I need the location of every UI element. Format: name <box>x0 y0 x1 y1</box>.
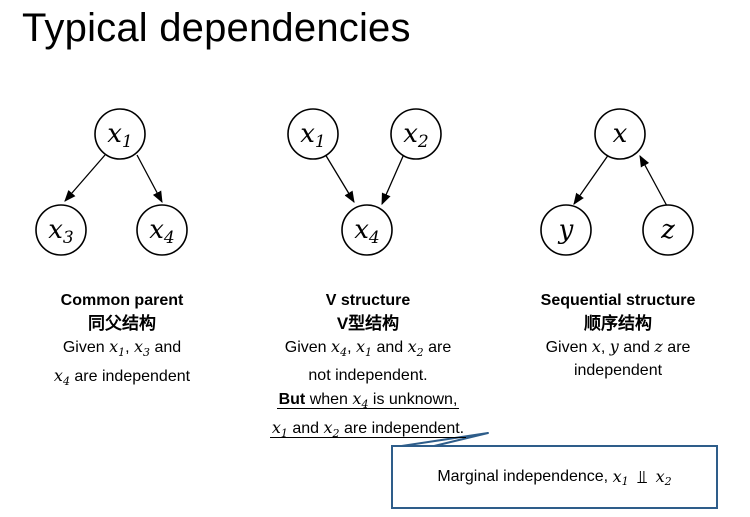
caption-heading-cn: 顺序结构 <box>584 314 652 333</box>
independence-symbol: ⫫ <box>637 466 648 488</box>
caption-line-2: not independent. <box>308 367 428 385</box>
svg-text:z: z <box>660 215 675 245</box>
caption-line-2: x4 are independent <box>53 366 191 389</box>
node-y: y <box>540 204 592 256</box>
node-x1: x1 <box>287 108 339 160</box>
edge-x1-x3 <box>64 154 106 202</box>
node-x: x <box>594 108 646 160</box>
node-x2: x2 <box>390 108 442 160</box>
node-z: z <box>642 204 694 256</box>
edge-x1-x4 <box>136 154 163 204</box>
sequential-structure-caption: Sequential structure 顺序结构 Given x, y and… <box>518 289 718 382</box>
caption-line-2: independent <box>573 362 663 379</box>
node-x3: x3 <box>35 204 87 256</box>
caption-line-3: But when x4 is unknown, <box>276 389 460 412</box>
edge-x1-x4 <box>324 153 355 204</box>
svg-text:y: y <box>558 215 574 245</box>
svg-text:x: x <box>613 119 628 149</box>
callout-text: Marginal independence, x1 ⫫ x2 <box>437 466 672 489</box>
common-parent-caption: Common parent 同父结构 Given x1, x3 and x4 a… <box>22 289 222 393</box>
caption-line-1: Given x, y and z are <box>545 337 691 356</box>
sequential-structure-graph: x y z <box>540 108 694 256</box>
edge-x-y <box>573 153 610 205</box>
caption-heading: V structure <box>325 292 411 309</box>
common-parent-graph: x1 x3 x4 <box>35 108 188 256</box>
node-x4: x4 <box>136 204 188 256</box>
caption-line-1: Given x1, x3 and <box>62 337 182 360</box>
caption-line-1: Given x4, x1 and x2 are <box>284 337 452 360</box>
v-structure-caption: V structure V型结构 Given x4, x1 and x2 are… <box>248 289 488 446</box>
node-x1: x1 <box>94 108 146 160</box>
caption-heading-cn: V型结构 <box>336 314 400 333</box>
caption-heading: Sequential structure <box>540 292 696 309</box>
edge-x2-x4 <box>381 153 405 206</box>
caption-heading-cn: 同父结构 <box>88 314 156 333</box>
node-x4: x4 <box>341 204 393 256</box>
caption-line-4: x1 and x2 are independent. <box>269 418 467 441</box>
edge-z-x <box>639 154 668 207</box>
marginal-independence-callout: Marginal independence, x1 ⫫ x2 <box>391 445 718 509</box>
v-structure-graph: x1 x2 x4 <box>287 108 442 256</box>
caption-heading: Common parent <box>60 292 184 309</box>
